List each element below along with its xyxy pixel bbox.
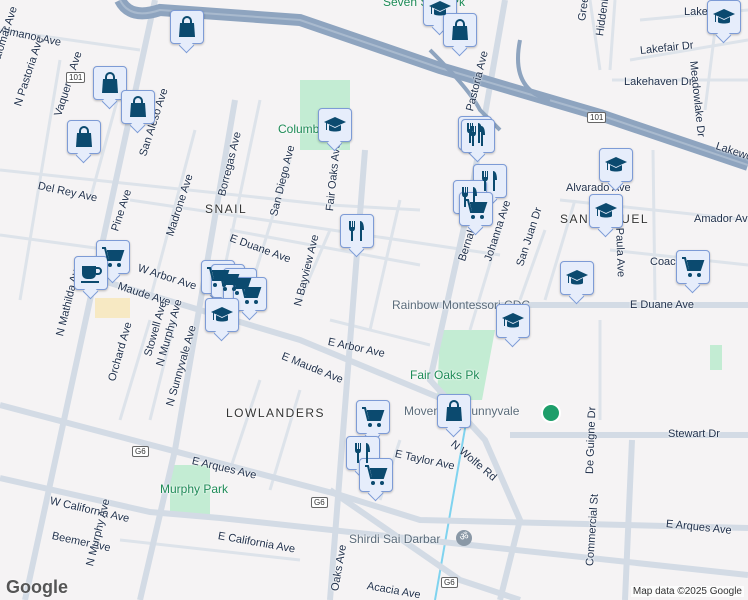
highway-shield: 101 — [66, 72, 86, 83]
school-marker[interactable] — [205, 298, 239, 332]
school-marker[interactable] — [318, 108, 352, 142]
restaurant-marker[interactable] — [340, 214, 374, 248]
coffee-marker[interactable] — [74, 256, 108, 290]
shopping-bag-marker[interactable] — [93, 66, 127, 100]
school-icon — [210, 303, 234, 327]
coffee-icon — [79, 261, 103, 285]
shopping-cart-marker[interactable] — [233, 277, 267, 311]
shopping-cart-icon — [464, 197, 488, 221]
shopping-cart-icon — [361, 405, 385, 429]
shopping-bag-icon — [126, 95, 150, 119]
shopping-cart-icon — [101, 245, 125, 269]
school-icon — [594, 199, 618, 223]
highway-shield: G6 — [441, 577, 458, 588]
school-marker[interactable] — [560, 261, 594, 295]
shopping-bag-icon — [442, 399, 466, 423]
restaurant-marker[interactable] — [461, 119, 495, 153]
shopping-cart-marker[interactable] — [359, 458, 393, 492]
shopping-bag-icon — [175, 15, 199, 39]
shopping-cart-icon — [364, 463, 388, 487]
google-logo[interactable]: Google — [6, 577, 68, 598]
street-label: Lakehaven Dr — [624, 76, 693, 88]
shopping-bag-icon — [72, 125, 96, 149]
highway-shield: G6 — [132, 446, 149, 457]
map-attribution[interactable]: Map data ©2025 Google — [630, 586, 744, 597]
restaurant-icon — [351, 441, 375, 465]
shopping-cart-icon — [238, 282, 262, 306]
shopping-cart-icon — [681, 255, 705, 279]
fair-oaks-park-area — [437, 330, 495, 400]
street-label: E Duane Ave — [630, 299, 695, 311]
shopping-bag-marker[interactable] — [121, 90, 155, 124]
shopping-bag-marker[interactable] — [67, 120, 101, 154]
school-marker[interactable] — [589, 194, 623, 228]
shopping-bag-icon — [448, 18, 472, 42]
street-label: De Guigne Dr — [584, 406, 599, 475]
school-icon — [501, 309, 525, 333]
shopping-cart-marker[interactable] — [356, 400, 390, 434]
school-marker[interactable] — [707, 0, 741, 34]
shopping-bag-marker[interactable] — [170, 10, 204, 44]
school-icon — [712, 5, 736, 29]
park-area — [710, 345, 722, 370]
neighborhood-label: SNAIL — [205, 202, 248, 216]
shopping-bag-icon — [98, 71, 122, 95]
shopping-cart-marker[interactable] — [459, 192, 493, 226]
highway-shield: 101 — [587, 112, 607, 123]
neighborhood-label: LOWLANDERS — [226, 406, 326, 420]
commercial-area — [95, 298, 130, 318]
poi-label[interactable]: Shirdi Sai Darbar — [349, 532, 440, 546]
park-label[interactable]: Murphy Park — [160, 482, 228, 496]
place-pin-icon[interactable] — [541, 403, 561, 423]
school-marker[interactable] — [496, 304, 530, 338]
street-label: Stewart Dr — [668, 428, 720, 440]
park-label[interactable]: Fair Oaks Pk — [410, 368, 479, 382]
shopping-bag-marker[interactable] — [443, 13, 477, 47]
school-icon — [604, 153, 628, 177]
restaurant-icon — [466, 124, 490, 148]
shopping-bag-marker[interactable] — [437, 394, 471, 428]
temple-icon[interactable]: ॐ — [456, 530, 472, 546]
map-canvas[interactable]: Almanor Ave N Pastoria Ave Palomar Ave V… — [0, 0, 748, 600]
school-icon — [565, 266, 589, 290]
school-icon — [323, 113, 347, 137]
highway-shield: G6 — [311, 497, 328, 508]
school-marker[interactable] — [599, 148, 633, 182]
shopping-cart-marker[interactable] — [676, 250, 710, 284]
de-guigne-dr — [622, 439, 635, 600]
street-label: Amador Ave — [694, 213, 748, 225]
restaurant-icon — [345, 219, 369, 243]
